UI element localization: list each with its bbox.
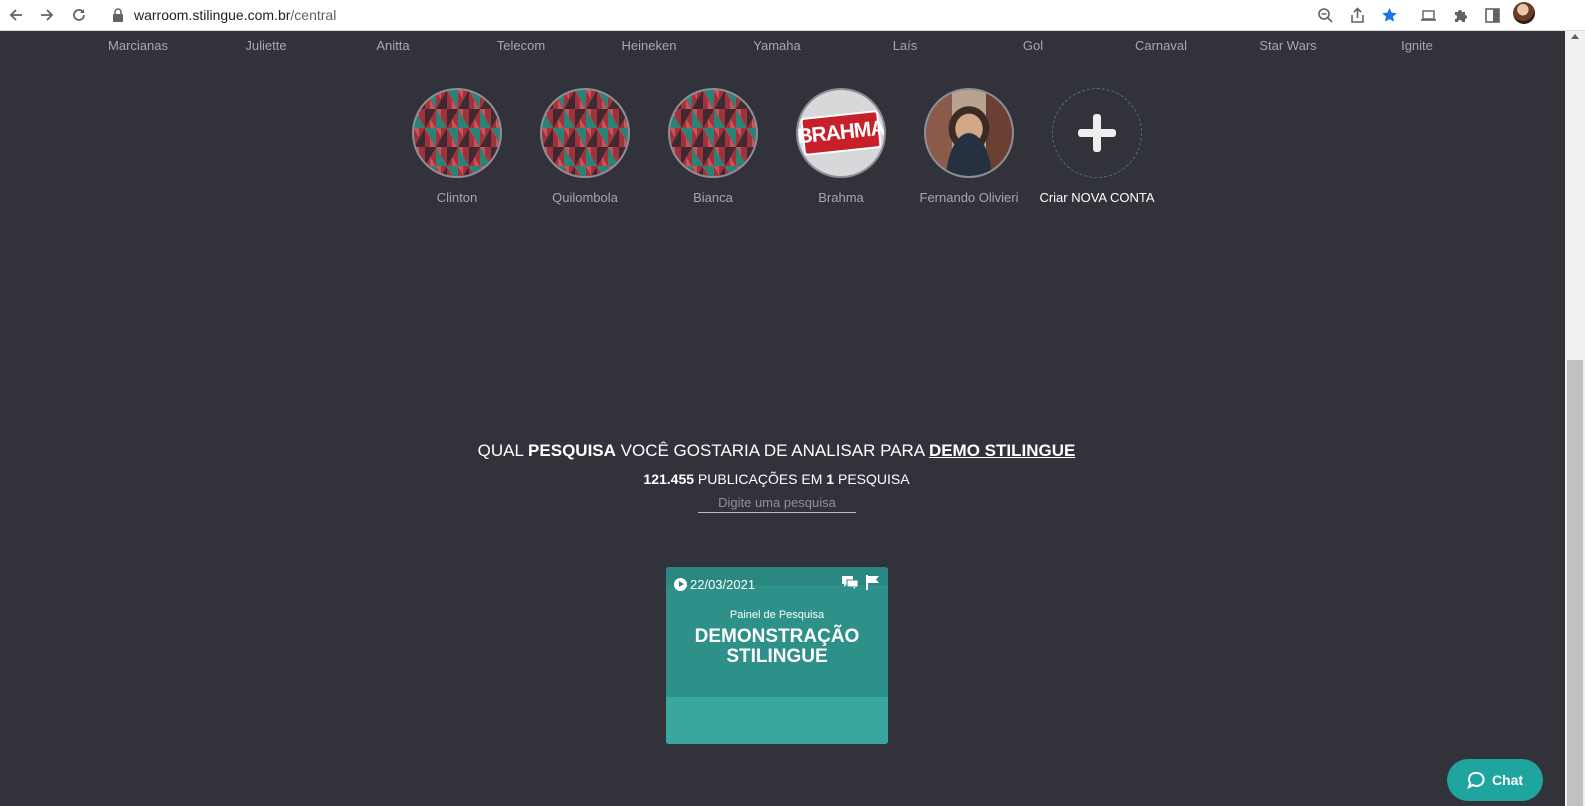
side-panel-icon (1484, 7, 1500, 23)
brand-tabs: Marcianas Juliette Anitta Telecom Heinek… (74, 38, 1544, 56)
account-bianca[interactable]: Bianca (649, 88, 777, 207)
account-fernando-olivieri[interactable]: Fernando Olivieri (905, 88, 1033, 207)
question-middle: VOCÊ GOSTARIA DE ANALISAR PARA (615, 441, 929, 460)
card-subtitle: Painel de Pesquisa (729, 609, 825, 621)
url-path: /central (290, 7, 337, 23)
brahma-logo: BRAHMA (796, 88, 886, 178)
laptop-icon (1420, 9, 1436, 21)
star-icon (1381, 7, 1397, 22)
reload-button[interactable] (67, 3, 91, 27)
account-label: Brahma (818, 190, 864, 205)
create-account-button[interactable]: Criar NOVA CONTA (1033, 88, 1161, 207)
scroll-up-arrow-icon[interactable] (1571, 34, 1579, 39)
search-question: QUAL PESQUISA VOCÊ GOSTARIA DE ANALISAR … (0, 441, 1553, 461)
plus-icon (1078, 114, 1116, 152)
puzzle-icon (1454, 9, 1467, 22)
question-keyword: PESQUISA (528, 441, 616, 460)
chat-label: Chat (1491, 772, 1524, 788)
brand-tab-lais[interactable]: Laís (841, 38, 969, 53)
zoom-button[interactable] (1314, 4, 1336, 26)
brand-tab-ignite[interactable]: Ignite (1353, 38, 1481, 53)
chat-button[interactable]: Chat (1447, 759, 1543, 801)
arrow-left-icon (9, 9, 22, 21)
search-count: 1 (826, 471, 835, 487)
url-host: warroom.stilingue.com.br (134, 7, 291, 23)
question-prefix: QUAL (477, 441, 529, 460)
cast-button[interactable] (1417, 4, 1439, 26)
brand-tab-heineken[interactable]: Heineken (585, 38, 713, 53)
search-input[interactable] (698, 493, 856, 513)
brand-tab-juliette[interactable]: Juliette (202, 38, 330, 53)
card-title-line1: DEMONSTRAÇÃO (694, 626, 860, 647)
card-date: 22/03/2021 (690, 577, 756, 592)
comments-icon[interactable] (842, 576, 858, 589)
brand-tab-star-wars[interactable]: Star Wars (1224, 38, 1352, 53)
brand-tab-yamaha[interactable]: Yamaha (713, 38, 841, 53)
arrow-right-icon (41, 9, 54, 21)
publications-count: 121.455 (643, 471, 695, 487)
address-bar[interactable]: warroom.stilingue.com.br/central (112, 6, 336, 24)
share-button[interactable] (1346, 4, 1368, 26)
research-card[interactable]: 22/03/2021 Painel de Pesquisa DEMONSTRAÇ… (666, 567, 888, 744)
play-icon (674, 578, 687, 591)
create-account-label: Criar NOVA CONTA (1039, 190, 1155, 205)
account-clinton[interactable]: Clinton (393, 88, 521, 207)
publication-stats: 121.455 PUBLICAÇÕES EM 1 PESQUISA (0, 471, 1553, 487)
account-avatar (668, 88, 758, 178)
chat-bubble-icon (1467, 771, 1485, 789)
account-label: Clinton (436, 190, 478, 205)
profile-avatar[interactable] (1513, 2, 1535, 24)
forward-button[interactable] (35, 3, 59, 27)
brand-tab-gol[interactable]: Gol (969, 38, 1097, 53)
card-title-line2: STILINGUE (726, 646, 828, 667)
share-icon (1350, 6, 1364, 23)
card-footer-band (666, 697, 888, 744)
bookmark-button[interactable] (1378, 4, 1400, 26)
brand-tab-marcianas[interactable]: Marcianas (74, 38, 202, 53)
brand-tab-anitta[interactable]: Anitta (329, 38, 457, 53)
brand-tab-telecom[interactable]: Telecom (457, 38, 585, 53)
publications-label: PUBLICAÇÕES EM (694, 471, 827, 487)
reload-icon (73, 9, 85, 21)
account-label: Bianca (693, 190, 733, 205)
account-quilombola[interactable]: Quilombola (521, 88, 649, 207)
browser-toolbar: warroom.stilingue.com.br/central (0, 0, 1585, 31)
account-avatar (540, 88, 630, 178)
account-avatar (412, 88, 502, 178)
card-title: DEMONSTRAÇÃO STILINGUE (666, 627, 888, 667)
account-label: Fernando Olivieri (919, 190, 1019, 205)
zoom-out-icon (1317, 7, 1333, 23)
search-label: PESQUISA (834, 471, 910, 487)
brand-tab-carnaval[interactable]: Carnaval (1097, 38, 1225, 53)
scroll-thumb[interactable] (1567, 360, 1583, 806)
side-panel-button[interactable] (1481, 4, 1503, 26)
extensions-button[interactable] (1449, 4, 1471, 26)
account-link[interactable]: DEMO STILINGUE (929, 441, 1075, 460)
card-date-row: 22/03/2021 (674, 577, 755, 592)
back-button[interactable] (4, 3, 28, 27)
account-label: Quilombola (552, 190, 618, 205)
add-account-circle (1052, 88, 1142, 178)
account-brahma[interactable]: BRAHMA Brahma (777, 88, 905, 207)
user-photo (924, 88, 1014, 178)
lock-icon (113, 8, 123, 22)
brahma-logo-text: BRAHMA (798, 110, 884, 156)
flag-icon[interactable] (866, 575, 880, 590)
